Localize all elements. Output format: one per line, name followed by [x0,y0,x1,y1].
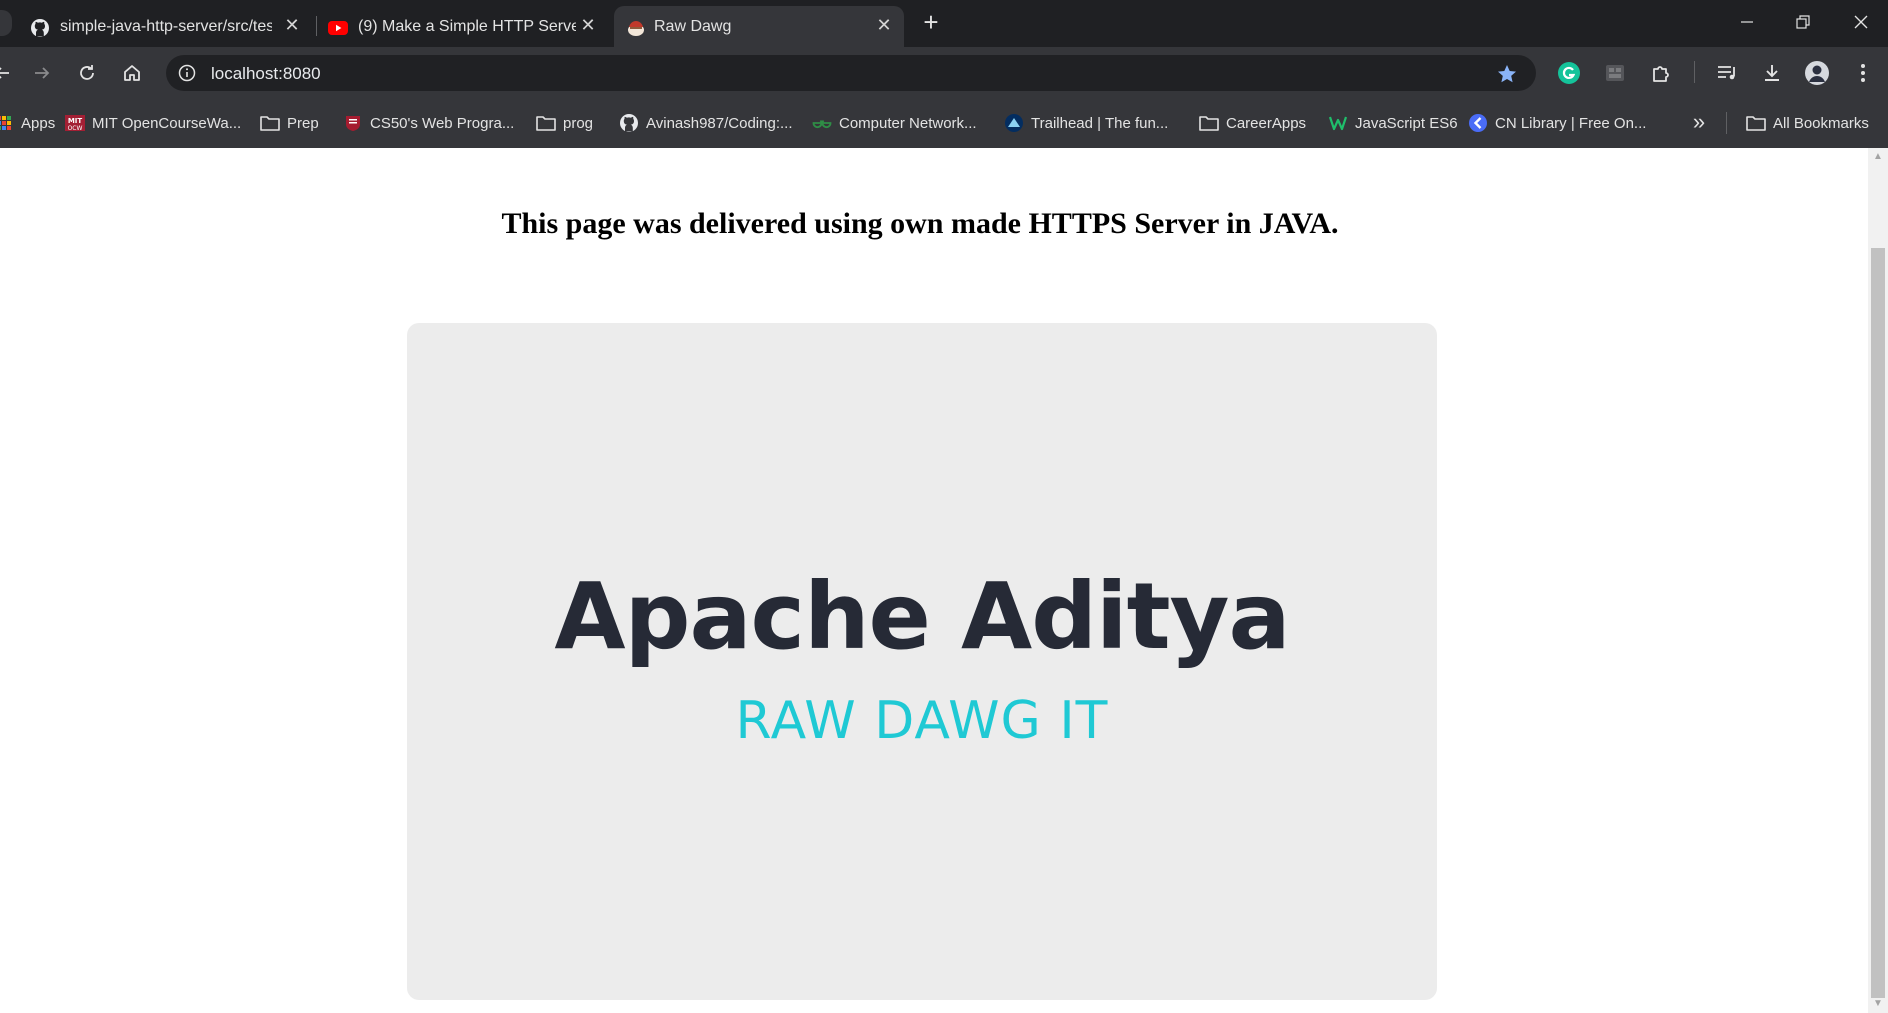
bookmark-label: CareerApps [1226,114,1307,132]
restore-icon [1796,15,1810,29]
restore-button[interactable] [1778,0,1828,44]
cn-icon [1468,113,1488,133]
bookmark-label: CS50's Web Progra... [370,114,515,132]
chrome-menu-button[interactable] [1850,60,1876,86]
tab-github[interactable]: simple-java-http-server/src/test ✕ [14,6,310,47]
tab-title: (9) Make a Simple HTTP Server [358,18,576,35]
bookmark-prog[interactable]: prog [536,112,593,134]
folder-icon [1199,113,1219,133]
reload-button[interactable] [71,57,103,89]
forward-button[interactable] [26,57,58,89]
close-window-button[interactable] [1836,0,1886,44]
trailhead-icon [1004,113,1024,133]
bookmark-prep[interactable]: Prep [260,112,319,134]
close-icon[interactable]: ✕ [874,15,894,35]
bookmark-mit-ocw[interactable]: MIT OCW MIT OpenCourseWa... [65,112,241,134]
close-icon[interactable]: ✕ [578,15,598,35]
page-viewport: This page was delivered using own made H… [0,148,1868,1013]
bookmarks-divider [1726,112,1727,134]
playlist-icon [1718,66,1735,80]
apps-grid-icon [0,113,14,133]
bookmark-javascript-es6[interactable]: JavaScript ES6 [1328,112,1458,134]
home-icon [124,65,140,81]
address-bar[interactable]: localhost:8080 [166,55,1536,91]
youtube-icon [328,21,348,35]
downloads-button[interactable] [1759,60,1785,86]
bookmark-label: JavaScript ES6 [1355,114,1458,132]
w-icon [1328,113,1348,133]
toolbar-divider [1694,61,1695,83]
bookmark-label: Trailhead | The fun... [1031,114,1169,132]
home-button[interactable] [116,57,148,89]
svg-text:OCW: OCW [68,125,83,132]
extension-button[interactable] [1602,60,1628,86]
bookmark-cs50[interactable]: CS50's Web Progra... [343,112,514,134]
tab-search-button[interactable] [0,10,12,36]
site-info-icon[interactable] [178,64,196,82]
back-button[interactable] [0,57,18,89]
close-icon[interactable]: ✕ [282,15,302,35]
svg-text:MIT: MIT [68,117,83,125]
scroll-up-icon[interactable]: ▲ [1872,152,1884,162]
bookmark-computer-network[interactable]: Computer Network... [812,112,977,134]
arrow-left-icon [0,67,9,79]
media-controls-button[interactable] [1714,60,1740,86]
github-icon [31,19,49,37]
arrow-right-icon [35,67,50,79]
bookmark-apps[interactable]: Apps [0,112,55,134]
raw-dawg-favicon [628,21,644,36]
tab-raw-dawg[interactable]: Raw Dawg ✕ [614,6,904,47]
hero-title: Apache Aditya [554,563,1290,670]
tab-strip: simple-java-http-server/src/test ✕ (9) M… [0,0,1888,47]
address-text[interactable]: localhost:8080 [211,64,321,84]
all-bookmarks-button[interactable]: All Bookmarks [1746,112,1869,134]
bookmarks-bar: Apps MIT OCW MIT OpenCourseWa... Prep CS… [0,98,1888,148]
scroll-down-icon[interactable]: ▼ [1872,999,1884,1009]
github-icon [619,113,639,133]
bookmark-cn-library[interactable]: CN Library | Free On... [1468,112,1646,134]
puzzle-icon [1653,66,1669,82]
bookmark-trailhead[interactable]: Trailhead | The fun... [1004,112,1168,134]
extension-grid-icon [1606,65,1624,81]
download-icon [1765,65,1779,81]
bookmark-label: MIT OpenCourseWa... [92,114,242,132]
page-heading: This page was delivered using own made H… [501,207,1339,240]
more-vert-icon [1861,64,1865,82]
bookmark-label: Apps [21,114,56,132]
mit-ocw-icon: MIT OCW [65,113,85,133]
bookmark-label: Avinash987/Coding:... [646,114,793,132]
bookmark-label: Computer Network... [839,114,977,132]
minimize-icon [1741,21,1753,23]
geeksforgeeks-icon [812,113,832,133]
extensions-menu-button[interactable] [1648,60,1674,86]
browser-toolbar: localhost:8080 [0,47,1888,98]
bookmark-label: All Bookmarks [1773,114,1869,132]
scrollbar-thumb[interactable] [1871,248,1885,998]
vertical-scrollbar[interactable]: ▲ ▼ [1868,148,1888,1013]
more-bookmarks-button[interactable]: » [1686,110,1712,136]
tab-title: Raw Dawg [654,18,732,35]
bookmark-star-icon[interactable] [1496,63,1518,85]
grammarly-icon [1558,62,1580,84]
folder-icon [536,113,556,133]
bookmark-avinash-github[interactable]: Avinash987/Coding:... [619,112,793,134]
harvard-icon [343,113,363,133]
grammarly-extension-button[interactable] [1556,60,1582,86]
minimize-button[interactable] [1722,0,1772,44]
bookmark-label: Prep [287,114,319,132]
hero-subtitle: RAW DAWG IT [735,691,1109,751]
close-icon [1854,15,1868,29]
avatar [1805,61,1829,85]
profile-button[interactable] [1804,60,1830,86]
reload-icon [80,65,94,80]
hero-image: Apache Aditya RAW DAWG IT [407,323,1437,1000]
folder-icon [260,113,280,133]
tab-title: simple-java-http-server/src/test [60,18,272,35]
tab-youtube[interactable]: (9) Make a Simple HTTP Server ✕ [314,6,610,47]
bookmark-label: prog [563,114,594,132]
bookmark-careerapps[interactable]: CareerApps [1199,112,1306,134]
folder-icon [1746,113,1766,133]
new-tab-button[interactable]: + [916,6,946,38]
bookmark-label: CN Library | Free On... [1495,114,1647,132]
